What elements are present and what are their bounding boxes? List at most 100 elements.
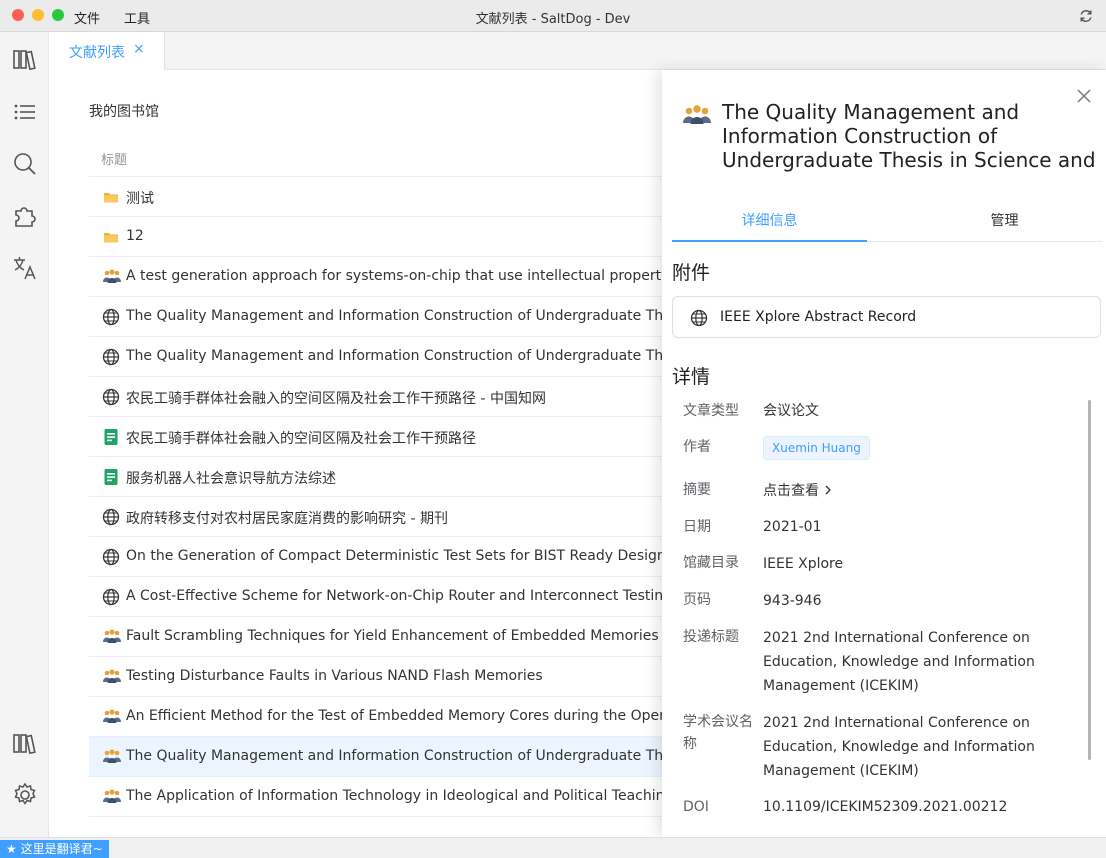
list-item-title: A test generation approach for systems-o… xyxy=(126,268,669,284)
close-icon[interactable] xyxy=(1076,88,1092,104)
detail-title: The Quality Management and Information C… xyxy=(722,100,1094,172)
field-label: DOI xyxy=(683,799,709,815)
window-title: 文献列表 - SaltDog - Dev xyxy=(475,12,631,27)
list-item[interactable]: Testing Disturbance Faults in Various NA… xyxy=(89,657,669,697)
tab-bar: 文献列表 × xyxy=(49,32,1106,70)
list-item-title: 农民工骑手群体社会融入的空间区隔及社会工作干预路径 - 中国知网 xyxy=(126,391,546,407)
column-header[interactable]: 标题 xyxy=(89,137,669,177)
search-icon[interactable] xyxy=(11,150,39,178)
field-value-author: Xuemin Huang xyxy=(763,436,1083,460)
people-icon xyxy=(102,708,121,726)
page-title: 我的图书馆 xyxy=(89,104,159,120)
list-item[interactable]: The Quality Management and Information C… xyxy=(89,337,669,377)
field-label: 摘要 xyxy=(683,482,711,498)
field-label-conference: 学术会议名 称 xyxy=(683,711,759,755)
list-item[interactable]: 政府转移支付对农村居民家庭消费的影响研究 - 期刊 xyxy=(89,497,669,537)
list-item[interactable]: 农民工骑手群体社会融入的空间区隔及社会工作干预路径 - 中国知网 xyxy=(89,377,669,417)
activity-bar xyxy=(0,32,49,837)
doc-icon xyxy=(102,468,120,486)
tab-underline xyxy=(867,241,1102,242)
list-item[interactable]: The Quality Management and Information C… xyxy=(89,297,669,337)
globe-icon xyxy=(102,388,120,406)
list-item-title: A Cost-Effective Scheme for Network-on-C… xyxy=(126,588,669,604)
value-line: Education, Knowledge and Information xyxy=(763,654,1035,670)
puzzle-icon[interactable] xyxy=(11,202,39,230)
title-bar: 文件 工具 文献列表 - SaltDog - Dev xyxy=(0,0,1106,32)
tab-details[interactable]: 详细信息 xyxy=(672,210,867,230)
tab-literature-list[interactable]: 文献列表 × xyxy=(49,32,165,70)
translator-badge[interactable]: ★ 这里是翻译君~ xyxy=(0,840,109,858)
tab-manage[interactable]: 管理 xyxy=(907,210,1102,230)
refresh-icon[interactable] xyxy=(1078,8,1094,24)
attachment-item[interactable]: IEEE Xplore Abstract Record xyxy=(672,296,1101,338)
active-tab-indicator xyxy=(672,240,867,242)
field-value-proceedings: 2021 2nd International Conference on Edu… xyxy=(763,626,1083,698)
people-icon xyxy=(102,268,121,286)
field-value-catalog: IEEE Xplore xyxy=(763,556,844,572)
tab-close-icon[interactable]: × xyxy=(133,41,145,57)
folder-icon xyxy=(102,228,120,246)
settings-icon[interactable] xyxy=(11,781,39,809)
scrollbar[interactable] xyxy=(1088,400,1091,760)
list-item[interactable]: 测试 xyxy=(89,177,669,217)
list-item[interactable]: 服务机器人社会意识导航方法综述 xyxy=(89,457,669,497)
tab-label: 文献列表 xyxy=(69,45,125,61)
list-item[interactable]: Fault Scrambling Techniques for Yield En… xyxy=(89,617,669,657)
list-item-title: 农民工骑手群体社会融入的空间区隔及社会工作干预路径 xyxy=(126,431,476,447)
list-item-title: The Quality Management and Information C… xyxy=(126,348,669,364)
list-item-title: Testing Disturbance Faults in Various NA… xyxy=(126,668,543,684)
list-item-title: On the Generation of Compact Determinist… xyxy=(126,548,669,564)
attachments-heading: 附件 xyxy=(672,262,711,284)
list-item[interactable]: The Application of Information Technolog… xyxy=(89,777,669,817)
list-item-title: The Quality Management and Information C… xyxy=(126,308,669,324)
field-value-date: 2021-01 xyxy=(763,519,822,535)
field-label: 作者 xyxy=(683,439,711,455)
list-icon[interactable] xyxy=(11,98,39,126)
field-label: 日期 xyxy=(683,519,711,535)
list-item-title: 测试 xyxy=(126,191,154,207)
list-item[interactable]: On the Generation of Compact Determinist… xyxy=(89,537,669,577)
detail-title-line: Information Construction of xyxy=(722,124,998,148)
status-bar: ★ 这里是翻译君~ xyxy=(0,837,1106,858)
library-icon[interactable] xyxy=(11,729,39,757)
chevron-right-icon xyxy=(825,485,832,495)
list-item[interactable]: An Efficient Method for the Test of Embe… xyxy=(89,697,669,737)
list-item[interactable]: 农民工骑手群体社会融入的空间区隔及社会工作干预路径 xyxy=(89,417,669,457)
list-item[interactable]: The Quality Management and Information C… xyxy=(89,737,669,777)
list-item[interactable]: A Cost-Effective Scheme for Network-on-C… xyxy=(89,577,669,617)
people-icon xyxy=(102,788,121,806)
translate-icon[interactable] xyxy=(11,254,39,282)
detail-title-line: The Quality Management and xyxy=(722,100,1020,124)
people-icon xyxy=(102,668,121,686)
list-item-title: 服务机器人社会意识导航方法综述 xyxy=(126,471,336,487)
list-item-title: An Efficient Method for the Test of Embe… xyxy=(126,708,669,724)
globe-icon xyxy=(102,588,120,606)
field-label: 馆藏目录 xyxy=(683,555,739,571)
field-label: 文章类型 xyxy=(683,403,739,419)
abstract-link[interactable]: 点击查看 xyxy=(763,479,1083,503)
doc-icon xyxy=(102,428,120,446)
field-label: 页码 xyxy=(683,592,711,608)
author-tag[interactable]: Xuemin Huang xyxy=(763,436,870,460)
people-icon xyxy=(683,105,711,124)
library-icon[interactable] xyxy=(11,45,39,73)
folder-icon xyxy=(102,188,120,206)
globe-icon xyxy=(102,508,120,526)
detail-title-line: Undergraduate Thesis in Science and… xyxy=(722,148,1094,172)
details-heading: 详情 xyxy=(672,366,711,388)
globe-icon xyxy=(690,309,708,327)
value-line: 2021 2nd International Conference on xyxy=(763,715,1030,731)
value-line: Management (ICEKIM) xyxy=(763,763,919,779)
field-value-conference: 2021 2nd International Conference on Edu… xyxy=(763,711,1083,783)
value-line: Management (ICEKIM) xyxy=(763,678,919,694)
people-icon xyxy=(102,748,121,766)
people-icon xyxy=(102,628,121,646)
field-label: 投递标题 xyxy=(683,629,739,645)
label-line: 学术会议名 xyxy=(683,714,753,730)
list-item-title: 政府转移支付对农村居民家庭消费的影响研究 - 期刊 xyxy=(126,511,448,527)
list-item[interactable]: A test generation approach for systems-o… xyxy=(89,257,669,297)
column-header-title: 标题 xyxy=(101,153,128,168)
field-value-doi: 10.1109/ICEKIM52309.2021.00212 xyxy=(763,799,1008,815)
list-item[interactable]: 12 xyxy=(89,217,669,257)
detail-drawer: The Quality Management and Information C… xyxy=(662,70,1106,837)
